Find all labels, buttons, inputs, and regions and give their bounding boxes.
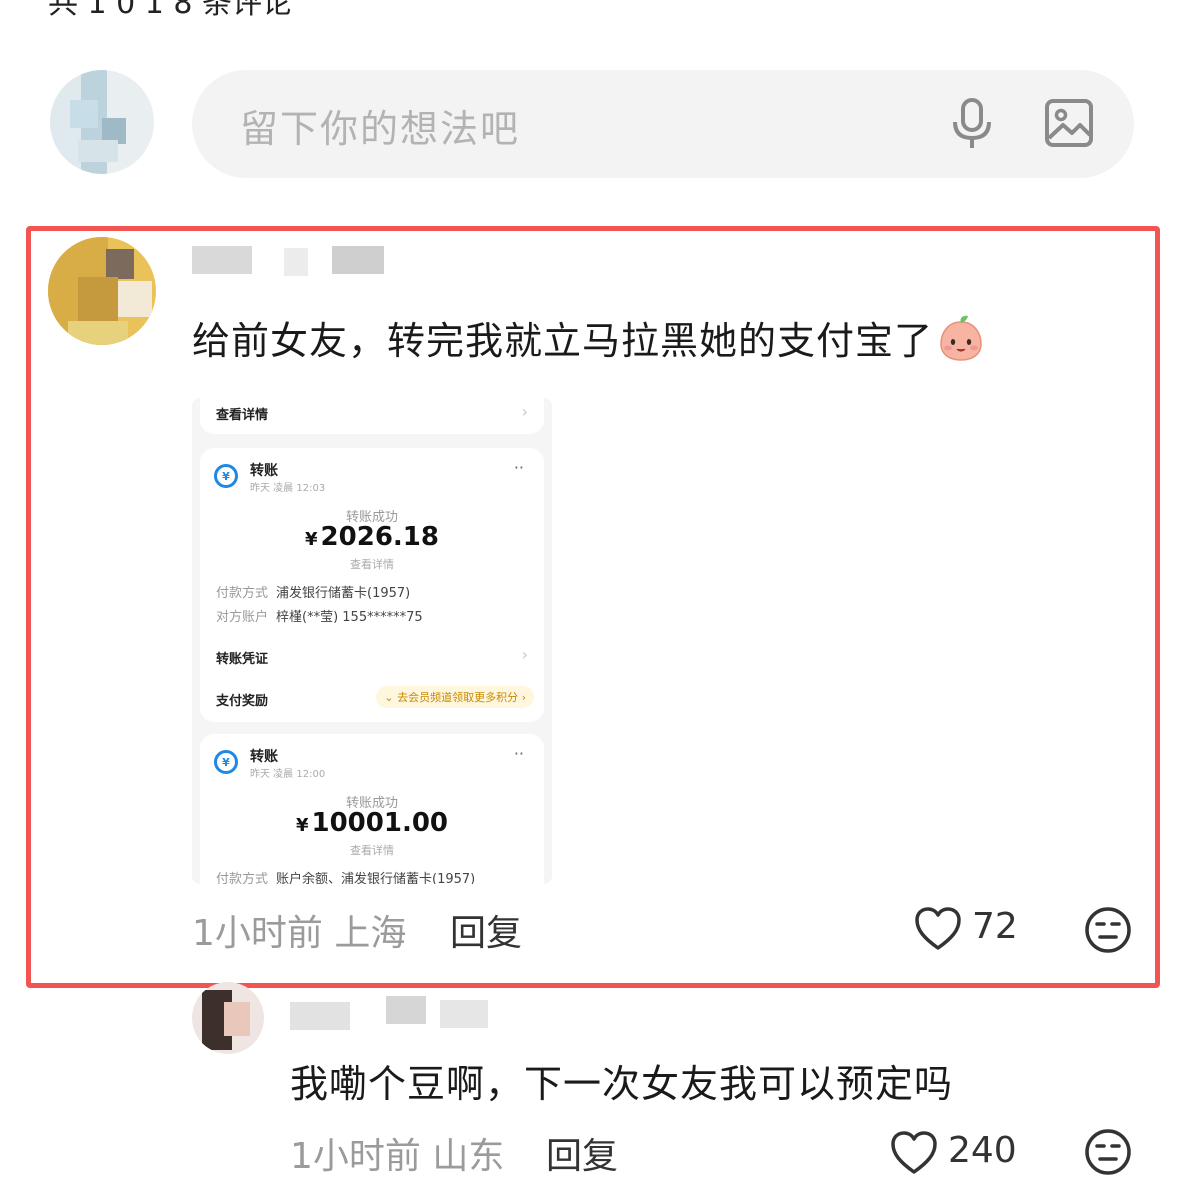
comment-input-placeholder: 留下你的想法吧 [240,107,521,151]
comment-time: 1小时前 [290,1136,421,1177]
comment-count-header: 共 1 0 1 8 条评论 [48,0,293,21]
reply-button[interactable]: 回复 [546,1127,618,1179]
like-count: 240 [948,1130,1017,1171]
reward-label: 支付奖励 [216,694,269,709]
comment-text-content: 给前女友，转完我就立马拉黑她的支付宝了 [192,319,934,363]
account-value: 梓槿(**莹) 155******75 [276,610,423,625]
transfer-screenshot[interactable]: 查看详情 › ¥ 转账 昨天 凌晨 12:03 ·· 转账成功 ¥2026.18… [192,398,552,884]
reward-value: 去会员频道领取更多积分 [397,691,519,704]
comment-text: 给前女友，转完我就立马拉黑她的支付宝了 [192,310,985,365]
transfer-card-2: ¥ 转账 昨天 凌晨 12:00 ·· 转账成功 ¥10001.00 查看详情 … [200,734,544,884]
amount-value: 10001.00 [311,808,449,838]
currency-symbol: ¥ [305,529,318,550]
chevron-right-icon: › [521,645,528,664]
view-details-link: 查看详情 [350,558,394,571]
more-icon: ·· [513,458,524,477]
chevron-right-icon: › [521,402,528,421]
voucher-label: 转账凭证 [216,652,269,667]
transfer-title: 转账 [250,749,278,765]
comment-meta: 1小时前 山东 [290,1127,504,1179]
dislike-face-icon[interactable] [1084,1128,1132,1176]
reward-pill: ⌄ 去会员频道领取更多积分 › [376,686,534,708]
pay-method-label: 付款方式 [216,586,269,601]
transfer-title: 转账 [250,463,278,479]
comment-time: 1小时前 [192,913,323,954]
detail-card: 查看详情 › [200,398,544,434]
view-details-link: 查看详情 [350,844,394,857]
microphone-icon[interactable] [950,98,994,150]
pay-method-value: 浦发银行储蓄卡(1957) [276,586,411,601]
alipay-transfer-icon: ¥ [214,750,238,774]
transfer-card-1: ¥ 转账 昨天 凌晨 12:03 ·· 转账成功 ¥2026.18 查看详情 付… [200,448,544,722]
heart-icon[interactable] [890,1130,938,1176]
transfer-time: 昨天 凌晨 12:03 [250,483,326,494]
amount-value: 2026.18 [320,522,439,552]
more-icon: ·· [513,744,524,763]
transfer-amount: ¥10001.00 [200,808,544,838]
dislike-face-icon[interactable] [1084,906,1132,954]
avatar[interactable] [192,982,264,1054]
my-avatar[interactable] [50,70,154,174]
account-label: 对方账户 [216,610,269,625]
comment-input[interactable]: 留下你的想法吧 [192,70,1134,178]
comment-meta: 1小时前 上海 [192,904,406,956]
comment-location: 山东 [432,1136,505,1177]
like-count: 72 [972,906,1018,947]
pay-method-value: 账户余额、浦发银行储蓄卡(1957) [276,872,476,884]
alipay-transfer-icon: ¥ [214,464,238,488]
pay-method-label: 付款方式 [216,872,269,884]
transfer-amount: ¥2026.18 [200,522,544,552]
username-blurred[interactable] [290,996,490,1030]
heart-icon[interactable] [914,906,962,952]
avatar[interactable] [48,237,156,345]
peach-face-emoji [937,314,985,362]
reply-button[interactable]: 回复 [450,904,522,956]
comment-location: 上海 [334,913,407,954]
view-details-label: 查看详情 [216,408,269,423]
transfer-time: 昨天 凌晨 12:00 [250,769,326,780]
currency-symbol: ¥ [295,815,309,836]
image-icon[interactable] [1044,98,1094,148]
comment-text: 我嘞个豆啊，下一次女友我可以预定吗 [290,1062,954,1106]
